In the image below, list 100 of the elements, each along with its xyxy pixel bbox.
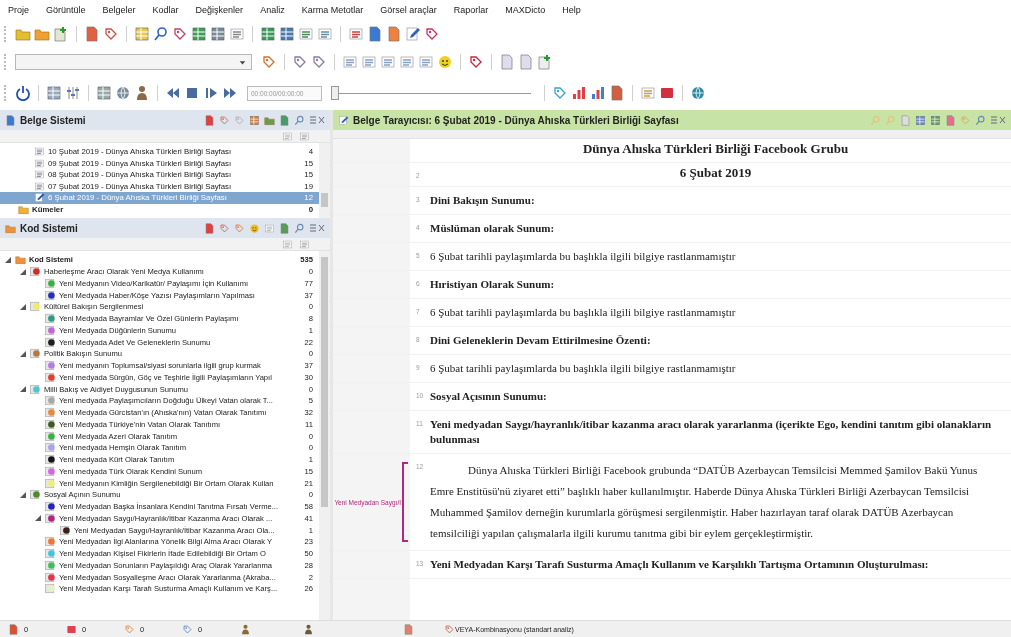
document-icon[interactable] [204, 222, 215, 234]
list-icon[interactable] [299, 238, 310, 250]
slider-thumb[interactable] [331, 86, 339, 100]
sliders-icon[interactable] [65, 85, 81, 101]
menu-item[interactable]: Görüntüle [46, 5, 86, 15]
document-icon[interactable] [386, 26, 402, 42]
table-icon[interactable] [260, 26, 276, 42]
collapse-arrow-icon[interactable] [19, 490, 27, 499]
tag-icon[interactable] [552, 85, 568, 101]
play-icon[interactable] [203, 85, 219, 101]
menu-item[interactable]: Analiz [260, 5, 285, 15]
menu-item[interactable]: Karma Metotlar [301, 5, 364, 15]
list-icon[interactable] [348, 26, 364, 42]
collapse-arrow-icon[interactable] [19, 302, 27, 311]
smiley-icon[interactable] [249, 222, 260, 234]
chart-icon[interactable] [571, 85, 587, 101]
list-icon[interactable] [399, 54, 415, 70]
menu-item[interactable]: Proje [8, 5, 29, 15]
table-icon[interactable] [134, 26, 150, 42]
globe-icon[interactable] [690, 85, 706, 101]
smiley-icon[interactable] [437, 54, 453, 70]
document-icon[interactable] [279, 114, 290, 126]
table-icon[interactable] [915, 114, 926, 126]
table-icon[interactable] [279, 26, 295, 42]
coding-stripe[interactable] [402, 462, 408, 542]
folder-icon[interactable] [264, 114, 275, 126]
document-icon[interactable] [8, 623, 19, 635]
menu-item[interactable]: MAXDicto [505, 5, 546, 15]
note-icon[interactable] [659, 85, 675, 101]
collapse-arrow-icon[interactable] [19, 349, 27, 358]
globe-icon[interactable] [115, 85, 131, 101]
fast-forward-icon[interactable] [222, 85, 238, 101]
note-icon[interactable] [66, 623, 77, 635]
document-icon[interactable] [367, 26, 383, 42]
document-icon[interactable] [518, 54, 534, 70]
tag-icon[interactable] [261, 54, 277, 70]
menu-item[interactable]: Görsel araçlar [380, 5, 437, 15]
tag-icon[interactable] [311, 54, 327, 70]
person-icon[interactable] [303, 623, 314, 635]
tag-icon[interactable] [424, 26, 440, 42]
collapse-arrow-icon[interactable] [19, 267, 27, 276]
collapse-arrow-icon[interactable] [34, 514, 42, 523]
scrollbar-thumb[interactable] [321, 193, 328, 207]
document-icon[interactable] [403, 623, 414, 635]
power-icon[interactable] [15, 85, 31, 101]
person-icon[interactable] [240, 623, 251, 635]
menu-item[interactable]: Help [562, 5, 581, 15]
document-icon[interactable] [84, 26, 100, 42]
list-icon [34, 169, 45, 181]
list-icon[interactable] [299, 130, 310, 142]
menu-item[interactable]: Değişkenler [195, 5, 244, 15]
paragraph-text: Dünya Ahıska Türkleri Birliği Facebook Grubu [581, 140, 850, 158]
folder-icon [15, 254, 26, 266]
table-icon[interactable] [191, 26, 207, 42]
list-icon[interactable] [317, 26, 333, 42]
document-icon[interactable] [279, 222, 290, 234]
collapse-arrow-icon[interactable] [4, 255, 12, 264]
document-icon[interactable] [204, 114, 215, 126]
menu-item[interactable]: Kodlar [152, 5, 179, 15]
tag-icon[interactable] [292, 54, 308, 70]
document-icon[interactable] [53, 26, 69, 42]
scrollbar[interactable] [319, 251, 330, 620]
search-icon[interactable] [294, 114, 305, 126]
document-icon[interactable] [609, 85, 625, 101]
document-icon[interactable] [537, 54, 553, 70]
list-icon [34, 180, 45, 192]
pencil-icon [338, 114, 349, 126]
dropdown-field[interactable] [15, 54, 252, 70]
folder-icon[interactable] [15, 26, 31, 42]
tag-icon[interactable] [172, 26, 188, 42]
stop-icon[interactable] [184, 85, 200, 101]
list-icon[interactable] [342, 54, 358, 70]
folder-icon[interactable] [34, 26, 50, 42]
collapse-arrow-icon[interactable] [19, 385, 27, 394]
list-icon[interactable] [229, 26, 245, 42]
tag-icon[interactable] [103, 26, 119, 42]
person-icon[interactable] [134, 85, 150, 101]
list-icon[interactable] [298, 26, 314, 42]
list-icon[interactable] [380, 54, 396, 70]
table-icon[interactable] [96, 85, 112, 101]
search-icon[interactable] [294, 222, 305, 234]
media-slider[interactable] [331, 85, 531, 101]
chart-icon[interactable] [590, 85, 606, 101]
table-icon[interactable] [46, 85, 62, 101]
search-icon[interactable] [975, 114, 986, 126]
table-icon[interactable] [930, 114, 941, 126]
document-icon[interactable] [945, 114, 956, 126]
table-icon[interactable] [210, 26, 226, 42]
rewind-icon[interactable] [165, 85, 181, 101]
document-icon[interactable] [499, 54, 515, 70]
table-icon[interactable] [249, 114, 260, 126]
pencil-icon[interactable] [405, 26, 421, 42]
list-icon[interactable] [361, 54, 377, 70]
search-icon[interactable] [153, 26, 169, 42]
menu-item[interactable]: Raporlar [453, 5, 489, 15]
tag-icon[interactable] [468, 54, 484, 70]
list-icon[interactable] [640, 85, 656, 101]
scrollbar-thumb[interactable] [321, 257, 328, 507]
menu-item[interactable]: Belgeler [102, 5, 136, 15]
scrollbar[interactable] [319, 143, 330, 218]
